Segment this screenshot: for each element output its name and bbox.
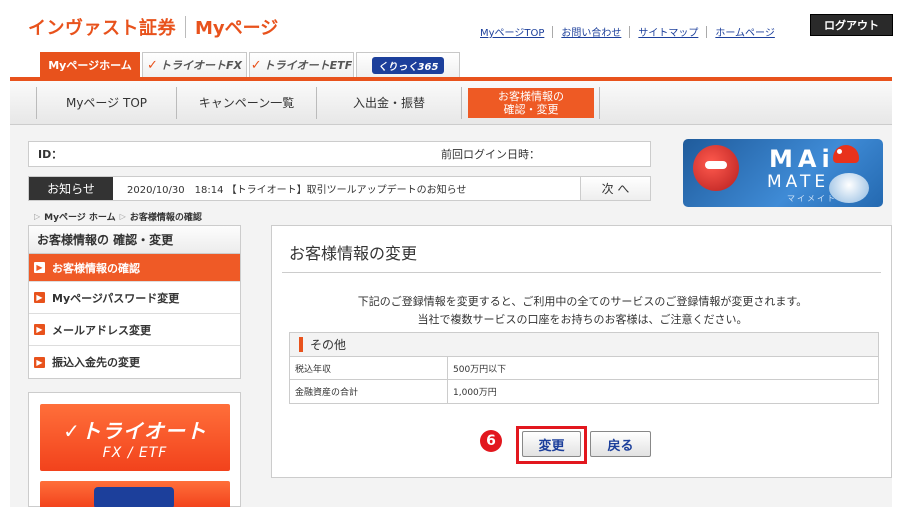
breadcrumb-home[interactable]: Myページ ホーム [44,210,116,223]
last-login-label: 前回ログイン日時： [441,148,540,161]
maimate-banner[interactable]: MAi MATE マイメイト [683,139,883,207]
tab-mypage-home[interactable]: Myページホーム [40,52,140,77]
sidebar-heading: お客様情報の 確認・変更 [29,226,240,254]
row-value: 1,000万円 [453,388,497,398]
sidebar-banners: ✓トライオート FX / ETF [28,392,241,507]
sidebar-item-label: 振込入金先の変更 [52,356,140,369]
table-heading-label: その他 [310,338,347,352]
breadcrumb: ▷ Myページ ホーム ▷ お客様情報の確認 [30,210,202,223]
main-nav: Myページ TOP キャンペーン一覧 入出金・振替 お客様情報の 確認・変更 [10,81,892,125]
id-bar: ID： 前回ログイン日時： [28,141,651,167]
news-next-button[interactable]: 次 へ [580,177,650,200]
tab-label: Myページホーム [48,59,132,72]
sidebar-item-confirm[interactable]: ▶ お客様情報の確認 [29,254,240,282]
table-row: 税込年収 500万円以下 [290,357,878,380]
sidebar-item-label: お客様情報の確認 [52,261,140,275]
page-title: お客様情報の変更 [289,244,418,263]
table-heading: その他 [290,333,878,357]
arrow-right-icon: ▶ [34,356,45,368]
nav-campaigns[interactable]: キャンペーン一覧 [176,86,316,119]
check-icon: ✓ [147,57,158,73]
change-button[interactable]: 変更 [522,431,581,457]
sidebar-item-password[interactable]: ▶ Myページパスワード変更 [29,282,240,314]
chevron-right-icon: ▷ [34,212,41,221]
check-icon: ✓ [250,57,262,73]
arrow-right-icon: ▶ [34,292,45,303]
banner-subtitle: FX / ETF [102,444,168,461]
logo-divider [185,16,186,38]
news-bar: お知らせ 2020/10/30 18:14 【トライオート】取引ツールアップデー… [28,176,651,201]
title-divider [282,272,881,273]
service-tabs: Myページホーム ✓ トライオートFX ✓ トライオートETF くりっく365 [40,52,460,77]
step-number-badge: 6 [480,430,502,452]
sidebar-item-label: Myページパスワード変更 [52,291,180,305]
tab-label: トライオートFX [159,59,242,72]
breadcrumb-current: お客様情報の確認 [129,213,202,223]
sidebar-item-label: メールアドレス変更 [52,323,151,337]
sidebar-item-bank[interactable]: ▶ 振込入金先の変更 [29,346,240,378]
arrow-right-icon: ▶ [34,324,45,335]
triauto-fx-banner[interactable]: ✓トライオート FX / ETF [40,404,230,471]
link-mypage-top[interactable]: MyページTOP [480,24,544,39]
logout-button[interactable]: ログアウト [810,14,893,36]
id-label: ID： [38,148,63,161]
row-key: 金融資産の合計 [290,380,448,403]
nav-label-line1: お客様情報の [498,89,564,103]
red-character-icon [693,145,739,191]
link-divider [706,25,708,38]
back-button[interactable]: 戻る [590,431,651,457]
mypage-title: Myページ [195,18,279,39]
main-panel: お客様情報の変更 下記のご登録情報を変更すると、ご利用中の全てのサービスのご登録… [271,225,892,478]
sidebar-menu: お客様情報の 確認・変更 ▶ お客様情報の確認 ▶ Myページパスワード変更 ▶… [28,225,241,379]
brand-name: インヴァスト証券 [28,18,176,39]
banner-title: ✓トライオート [63,418,207,443]
nav-label-line2: 確認・変更 [503,102,559,116]
news-label: お知らせ [29,177,113,200]
nav-customer-info[interactable]: お客様情報の 確認・変更 [468,87,594,118]
arrow-right-icon: ▶ [34,262,45,273]
click365-logo [94,487,174,507]
mushroom-character-icon [833,145,859,163]
table-row: 金融資産の合計 1,000万円 [290,380,878,403]
notice-line-1: 下記のご登録情報を変更すると、ご利用中の全てのサービスのご登録情報が変更されます… [357,295,808,308]
link-sitemap[interactable]: サイトマップ [638,24,698,39]
notice-line-2: 当社で複数サービスの口座をお持ちのお客様は、ご注意ください。 [417,313,748,326]
info-table: その他 税込年収 500万円以下 金融資産の合計 1,000万円 [289,332,879,404]
logo[interactable]: インヴァスト証券 Myページ [28,14,278,40]
tab-click365[interactable]: くりっく365 [356,52,460,77]
link-divider [552,25,554,38]
maimate-mate-text: MATE [767,172,830,192]
sidebar-item-email[interactable]: ▶ メールアドレス変更 [29,314,240,346]
maimate-mai-text: MAi [769,145,835,173]
nav-deposit-transfer[interactable]: 入出金・振替 [316,86,462,119]
row-key: 税込年収 [290,357,448,379]
top-links: MyページTOP お問い合わせ サイトマップ ホームページ [480,24,775,39]
link-contact[interactable]: お問い合わせ [561,24,621,39]
link-divider [629,25,631,38]
maimate-kana-text: マイメイト [787,194,837,203]
tab-label: トライオートETF [263,59,353,72]
tab-triauto-fx[interactable]: ✓ トライオートFX [142,52,247,77]
heading-accent [299,337,303,352]
nav-mypage-top[interactable]: Myページ TOP [36,86,176,119]
tab-triauto-etf[interactable]: ✓ トライオートETF [249,52,354,77]
chevron-right-icon: ▷ [119,212,126,221]
news-link[interactable]: 2020/10/30 18:14 【トライオート】取引ツールアップデートのお知ら… [127,181,466,196]
click365-banner[interactable] [40,481,230,507]
click365-logo: くりっく365 [371,56,445,74]
link-homepage[interactable]: ホームページ [715,24,775,39]
row-value: 500万円以下 [453,364,507,375]
